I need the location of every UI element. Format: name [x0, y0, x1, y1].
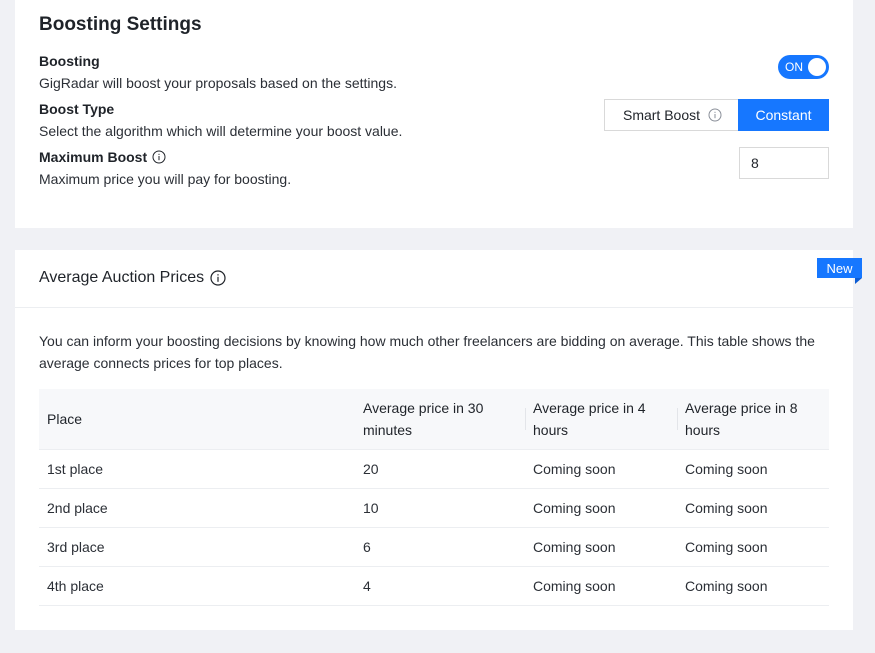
toggle-label: ON — [785, 60, 803, 74]
card-header: Average Auction Prices — [15, 250, 853, 308]
cell-price-4-hours: Coming soon — [533, 500, 616, 516]
cell-place: 1st place — [47, 461, 104, 477]
boosting-toggle[interactable]: ON — [778, 55, 829, 79]
table-header: Place Average price in 30 minutes Averag… — [39, 389, 829, 450]
maximum-boost-label-text: Maximum Boost — [39, 149, 148, 165]
table-row: 2nd place 10 Coming soon Coming soon — [39, 489, 829, 528]
cell-price-30-minutes: 10 — [363, 500, 379, 516]
cell-price-4-hours: Coming soon — [533, 578, 616, 594]
cell-price-30-minutes: 20 — [363, 461, 379, 477]
toggle-knob — [808, 58, 826, 76]
column-header-30-minutes: Average price in 30 minutes — [363, 400, 484, 438]
cell-place: 4th place — [47, 578, 104, 594]
cell-price-8-hours: Coming soon — [685, 500, 768, 516]
smart-boost-label: Smart Boost — [622, 107, 701, 123]
cell-price-4-hours: Coming soon — [533, 539, 616, 555]
auction-prices-table: Place Average price in 30 minutes Averag… — [39, 389, 829, 606]
column-header-4-hours: Average price in 4 hours — [525, 389, 677, 449]
maximum-boost-label: Maximum Boost — [39, 149, 166, 165]
table-row: 3rd place 6 Coming soon Coming soon — [39, 528, 829, 567]
constant-label: Constant — [755, 107, 812, 123]
boost-type-label: Boost Type — [39, 101, 114, 117]
column-header-8-hours: Average price in 8 hours — [677, 389, 829, 449]
cell-price-30-minutes: 4 — [363, 578, 371, 594]
boosting-label: Boosting — [39, 53, 100, 69]
maximum-boost-input[interactable] — [739, 147, 829, 179]
info-icon[interactable] — [152, 150, 166, 164]
constant-option[interactable]: Constant — [738, 99, 829, 131]
table-row: 1st place 20 Coming soon Coming soon — [39, 450, 829, 489]
auction-prices-intro: You can inform your boosting decisions b… — [39, 333, 815, 371]
cell-price-8-hours: Coming soon — [685, 539, 768, 555]
boost-type-selector: Smart Boost Constant — [604, 99, 829, 131]
auction-prices-title-text: Average Auction Prices — [39, 269, 205, 286]
cell-price-30-minutes: 6 — [363, 539, 371, 555]
cell-price-8-hours: Coming soon — [685, 578, 768, 594]
auction-prices-card: Average Auction Prices You can inform yo… — [15, 250, 853, 630]
maximum-boost-description: Maximum price you will pay for boosting. — [39, 171, 292, 187]
boost-type-label-text: Boost Type — [39, 101, 115, 117]
section-title: Boosting Settings — [39, 14, 202, 35]
cell-place: 3rd place — [47, 539, 105, 555]
new-badge: New — [817, 258, 862, 278]
boost-type-description: Select the algorithm which will determin… — [39, 123, 403, 139]
boosting-label-text: Boosting — [39, 53, 100, 69]
cell-price-8-hours: Coming soon — [685, 461, 768, 477]
cell-price-4-hours: Coming soon — [533, 461, 616, 477]
cell-place: 2nd place — [47, 500, 108, 516]
smart-boost-option[interactable]: Smart Boost — [604, 99, 738, 131]
boosting-description: GigRadar will boost your proposals based… — [39, 75, 397, 91]
table-row: 4th place 4 Coming soon Coming soon — [39, 567, 829, 606]
info-icon[interactable] — [210, 270, 226, 286]
ribbon-fold — [855, 278, 862, 284]
info-icon[interactable] — [708, 108, 722, 122]
auction-prices-title: Average Auction Prices — [39, 269, 226, 287]
boosting-settings-card: Boosting Settings Boosting GigRadar will… — [15, 0, 853, 228]
column-header-place: Place — [47, 411, 83, 427]
